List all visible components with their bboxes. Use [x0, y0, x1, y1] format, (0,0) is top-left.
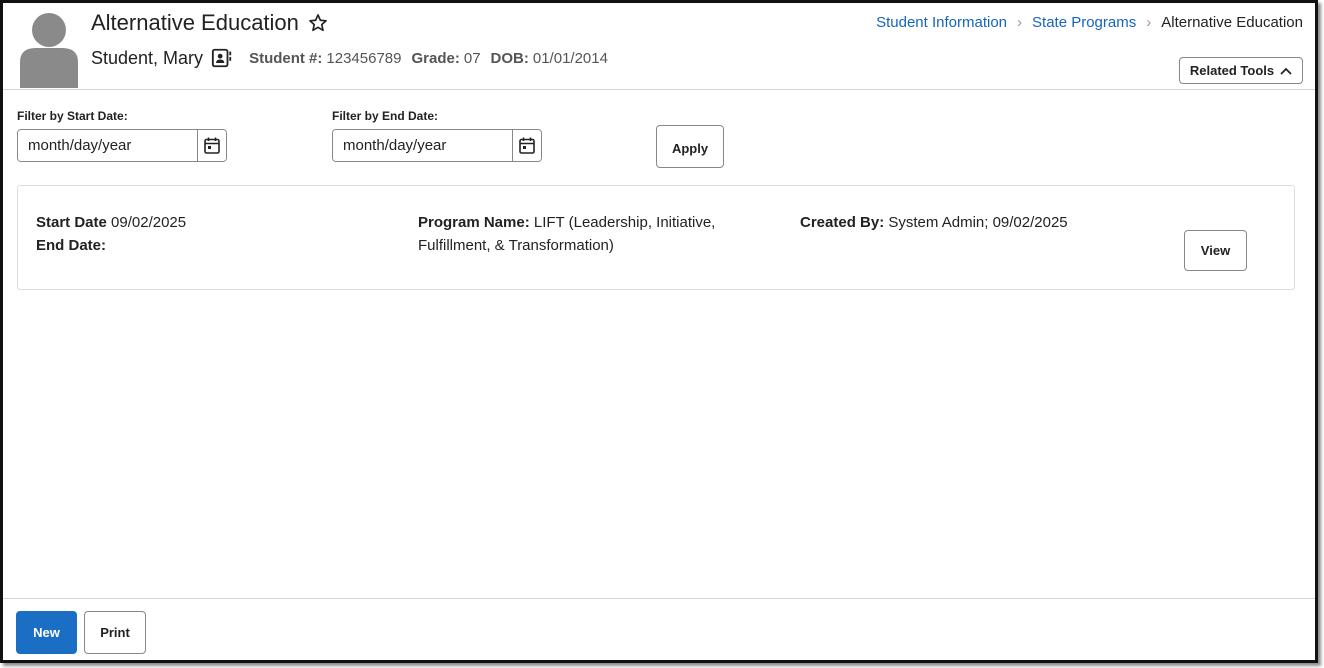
start-date-row: Start Date 09/02/2025 — [36, 211, 186, 234]
end-date-field — [332, 129, 542, 162]
end-date-field-label: End Date: — [36, 237, 107, 254]
view-button[interactable]: View — [1184, 230, 1247, 271]
end-date-row: End Date: — [36, 234, 186, 257]
end-date-filter: Filter by End Date: — [332, 109, 542, 162]
start-date-label: Filter by Start Date: — [17, 109, 128, 123]
chevron-up-icon — [1280, 67, 1292, 75]
related-tools-label: Related Tools — [1189, 63, 1275, 78]
program-name-value-continued: Fulfillment, & Transformation) — [418, 237, 614, 254]
end-date-calendar-button[interactable] — [512, 130, 541, 161]
start-date-field-label: Start Date — [36, 214, 107, 231]
end-date-label: Filter by End Date: — [332, 109, 439, 123]
action-bar: New Print — [3, 598, 1315, 663]
student-number: 123456789 — [326, 49, 402, 67]
star-outline-icon[interactable] — [307, 12, 329, 34]
student-info: Student, Mary Student #: 123456789 Grade… — [91, 47, 618, 69]
page-title-text: Alternative Education — [91, 10, 299, 35]
chevron-right-icon: › — [1146, 14, 1152, 31]
end-date-input[interactable] — [333, 130, 512, 161]
start-date-value: 09/02/2025 — [111, 214, 187, 231]
grade-value: 07 — [463, 49, 481, 67]
breadcrumb-current: Alternative Education — [1161, 14, 1303, 31]
record-card: Start Date 09/02/2025 End Date: Program … — [17, 185, 1295, 290]
program-name-label: Program Name: — [418, 214, 530, 231]
start-date-filter: Filter by Start Date: — [17, 109, 227, 162]
new-button[interactable]: New — [16, 611, 77, 654]
breadcrumb-student-information[interactable]: Student Information — [876, 14, 1007, 31]
start-date-calendar-button[interactable] — [197, 130, 226, 161]
record-program: Program Name: LIFT (Leadership, Initiati… — [418, 211, 715, 257]
page-title: Alternative Education — [91, 10, 329, 36]
student-name: Student, Mary — [91, 47, 204, 68]
page-header: Alternative Education Student, Mary Stud… — [3, 3, 1315, 90]
program-name-value: LIFT (Leadership, Initiative, — [533, 214, 716, 231]
student-number-label: Student #: — [249, 49, 323, 67]
dob-label: DOB: — [490, 49, 529, 67]
calendar-icon — [204, 137, 220, 154]
record-dates: Start Date 09/02/2025 End Date: — [36, 211, 186, 257]
breadcrumb-state-programs[interactable]: State Programs — [1032, 14, 1136, 31]
created-by-label: Created By: — [800, 214, 885, 231]
record-created-by: Created By: System Admin; 09/02/2025 — [800, 211, 1068, 234]
calendar-icon — [519, 137, 535, 154]
contact-card-icon[interactable] — [211, 47, 233, 69]
related-tools-button[interactable]: Related Tools — [1179, 57, 1303, 84]
dob-value: 01/01/2014 — [532, 49, 608, 67]
app-window: Alternative Education Student, Mary Stud… — [0, 0, 1318, 663]
breadcrumb: Student Information › State Programs › A… — [876, 14, 1303, 31]
program-name-row: Program Name: LIFT (Leadership, Initiati… — [418, 211, 715, 234]
start-date-field — [17, 129, 227, 162]
person-silhouette-icon — [20, 13, 78, 88]
start-date-input[interactable] — [18, 130, 197, 161]
chevron-right-icon: › — [1017, 14, 1023, 31]
created-by-value: System Admin; 09/02/2025 — [888, 214, 1068, 231]
apply-button[interactable]: Apply — [656, 125, 724, 168]
print-button[interactable]: Print — [84, 611, 146, 654]
grade-label: Grade: — [411, 49, 460, 67]
